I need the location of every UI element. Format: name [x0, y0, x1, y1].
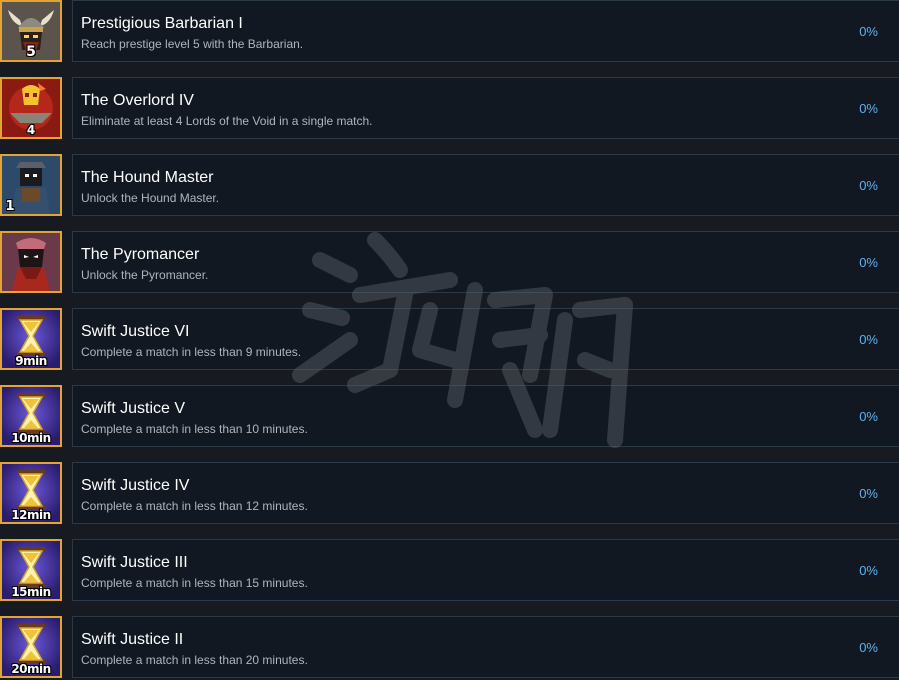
achievement-row[interactable]: 15min Swift Justice III Complete a match…	[0, 539, 899, 603]
achievement-description: Complete a match in less than 20 minutes…	[81, 653, 308, 667]
icon-badge: 4	[26, 123, 36, 137]
achievement-percent: 0%	[859, 486, 878, 501]
achievement-description: Complete a match in less than 15 minutes…	[81, 576, 308, 590]
achievement-title: The Overlord IV	[81, 92, 194, 109]
pyromancer-portrait-icon	[0, 231, 62, 293]
achievement-description: Complete a match in less than 9 minutes.	[81, 345, 302, 359]
achievement-title: Prestigious Barbarian I	[81, 15, 243, 32]
icon-badge: 12min	[11, 508, 51, 522]
overlord-skull-icon: 4	[0, 77, 62, 139]
achievement-description: Reach prestige level 5 with the Barbaria…	[81, 37, 304, 51]
barbarian-helmet-icon: 5	[0, 0, 62, 62]
hourglass-icon: 12min	[0, 462, 62, 524]
achievement-percent: 0%	[859, 409, 878, 424]
achievement-card: Swift Justice III Complete a match in le…	[72, 539, 899, 601]
achievement-title: Swift Justice V	[81, 400, 186, 417]
achievement-row[interactable]: 9min Swift Justice VI Complete a match i…	[0, 308, 899, 372]
achievement-title: The Hound Master	[81, 169, 214, 186]
achievement-card: The Pyromancer Unlock the Pyromancer. 0%	[72, 231, 899, 293]
achievement-card: Swift Justice VI Complete a match in les…	[72, 308, 899, 370]
achievement-row[interactable]: 10min Swift Justice V Complete a match i…	[0, 385, 899, 449]
achievement-description: Unlock the Hound Master.	[81, 191, 220, 205]
achievement-percent: 0%	[859, 255, 878, 270]
achievement-card: Swift Justice II Complete a match in les…	[72, 616, 899, 678]
hourglass-icon: 10min	[0, 385, 62, 447]
achievement-row[interactable]: 12min Swift Justice IV Complete a match …	[0, 462, 899, 526]
achievement-row[interactable]: 20min Swift Justice II Complete a match …	[0, 616, 899, 680]
achievement-row[interactable]: 1 The Hound Master Unlock the Hound Mast…	[0, 154, 899, 218]
achievement-title: Swift Justice II	[81, 631, 184, 648]
achievement-percent: 0%	[859, 640, 878, 655]
achievement-card: Swift Justice V Complete a match in less…	[72, 385, 899, 447]
achievement-description: Unlock the Pyromancer.	[81, 268, 209, 282]
achievement-title: Swift Justice VI	[81, 323, 190, 340]
achievement-card: The Hound Master Unlock the Hound Master…	[72, 154, 899, 216]
hourglass-icon: 20min	[0, 616, 62, 678]
achievement-description: Complete a match in less than 10 minutes…	[81, 422, 308, 436]
achievement-card: Swift Justice IV Complete a match in les…	[72, 462, 899, 524]
icon-badge: 5	[26, 44, 36, 60]
hourglass-icon: 15min	[0, 539, 62, 601]
icon-badge: 20min	[11, 662, 51, 676]
achievement-percent: 0%	[859, 563, 878, 578]
achievement-percent: 0%	[859, 101, 878, 116]
hound-master-portrait-icon: 1	[0, 154, 62, 216]
icon-badge: 1	[5, 199, 15, 214]
achievement-title: Swift Justice IV	[81, 477, 190, 494]
achievement-percent: 0%	[859, 332, 878, 347]
achievement-description: Complete a match in less than 12 minutes…	[81, 499, 308, 513]
achievement-card: Prestigious Barbarian I Reach prestige l…	[72, 0, 899, 62]
achievement-title: The Pyromancer	[81, 246, 200, 263]
achievement-row[interactable]: 4 The Overlord IV Eliminate at least 4 L…	[0, 77, 899, 141]
achievement-row[interactable]: The Pyromancer Unlock the Pyromancer. 0%	[0, 231, 899, 295]
icon-badge: 15min	[11, 585, 51, 599]
icon-badge: 10min	[11, 431, 51, 445]
achievement-card: The Overlord IV Eliminate at least 4 Lor…	[72, 77, 899, 139]
hourglass-icon: 9min	[0, 308, 62, 370]
achievement-percent: 0%	[859, 178, 878, 193]
achievement-row[interactable]: 5 Prestigious Barbarian I Reach prestige…	[0, 0, 899, 64]
icon-badge: 9min	[15, 354, 47, 368]
achievement-description: Eliminate at least 4 Lords of the Void i…	[81, 114, 373, 128]
achievement-percent: 0%	[859, 24, 878, 39]
achievement-title: Swift Justice III	[81, 554, 188, 571]
